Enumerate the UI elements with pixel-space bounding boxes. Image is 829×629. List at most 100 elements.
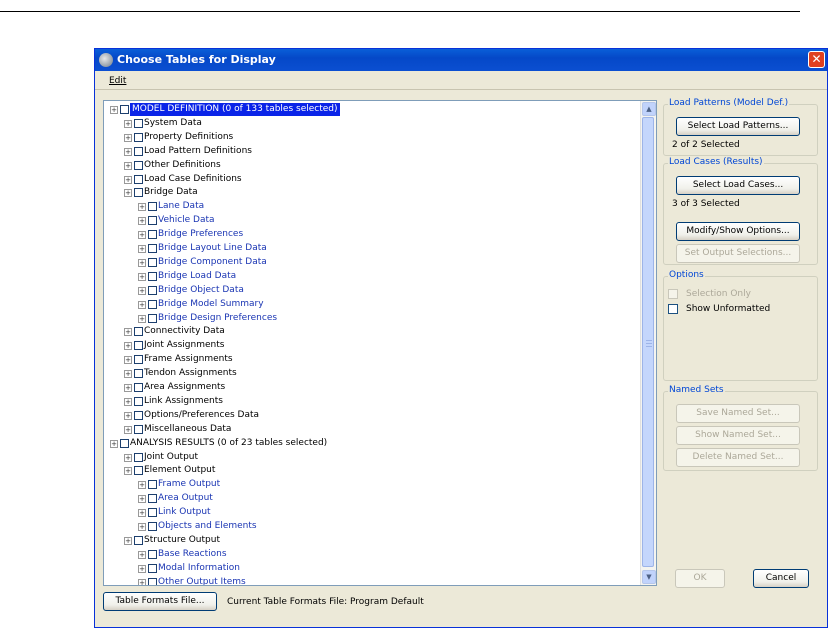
expand-icon[interactable]: + [138,245,146,253]
table-formats-file-button[interactable]: Table Formats File... [103,592,217,611]
tree-label: Tendon Assignments [144,368,237,379]
expand-icon[interactable]: + [138,272,146,281]
tree-checkbox[interactable] [134,327,143,337]
expand-icon[interactable]: + [124,147,132,156]
tree-checkbox[interactable] [148,577,157,585]
tree-checkbox[interactable] [134,160,143,170]
expand-icon[interactable]: + [124,133,132,142]
expand-icon[interactable]: + [124,370,132,379]
tree-checkbox[interactable] [134,396,143,406]
tree-checkbox[interactable] [148,216,157,226]
cancel-button[interactable]: Cancel [753,569,809,588]
select-load-cases-button[interactable]: Select Load Cases... [676,176,800,195]
expand-icon[interactable]: + [138,314,146,323]
tree-checkbox[interactable] [134,132,143,142]
expand-icon[interactable]: + [138,495,146,504]
show-unformatted-checkbox[interactable] [668,304,678,314]
expand-icon[interactable]: + [138,300,146,309]
tree-checkbox[interactable] [148,480,157,490]
tree-checkbox[interactable] [134,355,143,365]
tree-checkbox[interactable] [134,369,143,379]
expand-icon[interactable]: + [138,217,146,226]
tree-checkbox[interactable] [134,188,143,198]
tree-checkbox[interactable] [148,299,157,309]
tree-checkbox[interactable] [134,146,143,156]
expand-icon[interactable]: + [110,439,118,448]
tree-checkbox[interactable] [120,105,129,114]
tree-checkbox[interactable] [134,535,143,545]
show-named-set-button[interactable]: Show Named Set... [676,426,800,445]
tree-label: Bridge Component Data [158,256,267,267]
tree-checkbox[interactable] [148,202,157,212]
expand-icon[interactable]: + [124,397,132,406]
expand-icon[interactable]: + [124,356,132,365]
expand-icon[interactable]: + [124,384,132,392]
tree-checkbox[interactable] [148,271,157,281]
save-named-set-button[interactable]: Save Named Set... [676,404,800,423]
tree-checkbox[interactable] [120,438,129,448]
modify-show-options-button[interactable]: Modify/Show Options... [676,222,800,241]
close-button[interactable]: ✕ [808,51,825,68]
tree-checkbox[interactable] [134,341,143,351]
tree-label: Frame Output [158,479,221,490]
tree-checkbox[interactable] [148,313,157,323]
tables-tree[interactable]: ▲ ▼ + MODEL DEFINITION (0 of 133 tables s… [103,100,657,586]
select-load-patterns-button[interactable]: Select Load Patterns... [676,117,800,136]
expand-icon[interactable]: + [124,175,132,184]
delete-named-set-button[interactable]: Delete Named Set... [676,448,800,467]
tree-checkbox[interactable] [134,410,143,420]
expand-icon[interactable]: + [138,523,146,531]
scroll-down-icon[interactable]: ▼ [642,570,656,584]
expand-icon[interactable]: + [138,286,146,295]
expand-icon[interactable]: + [138,509,146,518]
tree-checkbox[interactable] [148,257,157,267]
tree-checkbox[interactable] [134,424,143,434]
tree-checkbox[interactable] [148,244,157,253]
expand-icon[interactable]: + [124,453,132,462]
tree-checkbox[interactable] [148,522,157,531]
tree-checkbox[interactable] [134,466,143,476]
scroll-up-icon[interactable]: ▲ [642,102,656,116]
tree-label: Options/Preferences Data [144,409,260,420]
tree-label: Link Assignments [144,395,223,406]
tree-label: Objects and Elements [158,521,257,531]
expand-icon[interactable]: + [124,189,132,198]
expand-icon[interactable]: + [124,161,132,170]
tree-label: Structure Output [144,534,220,545]
expand-icon[interactable]: + [124,536,132,545]
tree-checkbox[interactable] [148,508,157,518]
expand-icon[interactable]: + [124,425,132,434]
tree-checkbox[interactable] [148,563,157,573]
tree-checkbox[interactable] [148,549,157,559]
menu-edit[interactable]: Edit [109,76,126,86]
title-bar[interactable]: Choose Tables for Display ✕ [95,49,827,71]
tree-checkbox[interactable] [134,118,143,128]
expand-icon[interactable]: + [138,550,146,559]
tree-checkbox[interactable] [134,174,143,184]
expand-icon[interactable]: + [138,203,146,212]
tree-checkbox[interactable] [134,452,143,462]
tree-scrollbar[interactable]: ▲ ▼ [640,101,656,585]
tree-checkbox[interactable] [148,285,157,295]
tree-checkbox[interactable] [148,494,157,504]
expand-icon[interactable]: + [138,481,146,490]
tree-checkbox[interactable] [148,230,157,240]
load-cases-group: Load Cases (Results) Select Load Cases..… [663,157,818,265]
tree-label: Other Output Items [158,576,246,586]
set-output-selections-button[interactable]: Set Output Selections... [676,244,800,263]
expand-icon[interactable]: + [124,467,132,476]
expand-icon[interactable]: + [138,231,146,240]
selection-only-checkbox[interactable] [668,289,678,299]
expand-icon[interactable]: + [138,258,146,267]
scroll-thumb[interactable] [642,117,654,567]
expand-icon[interactable]: + [110,106,118,114]
expand-icon[interactable]: + [138,578,146,585]
expand-icon[interactable]: + [124,342,132,351]
expand-icon[interactable]: + [138,564,146,573]
tree-checkbox[interactable] [134,383,143,392]
expand-icon[interactable]: + [124,411,132,420]
ok-button[interactable]: OK [675,569,725,588]
tree-label: Bridge Data [144,187,198,198]
expand-icon[interactable]: + [124,328,132,337]
expand-icon[interactable]: + [124,119,132,128]
